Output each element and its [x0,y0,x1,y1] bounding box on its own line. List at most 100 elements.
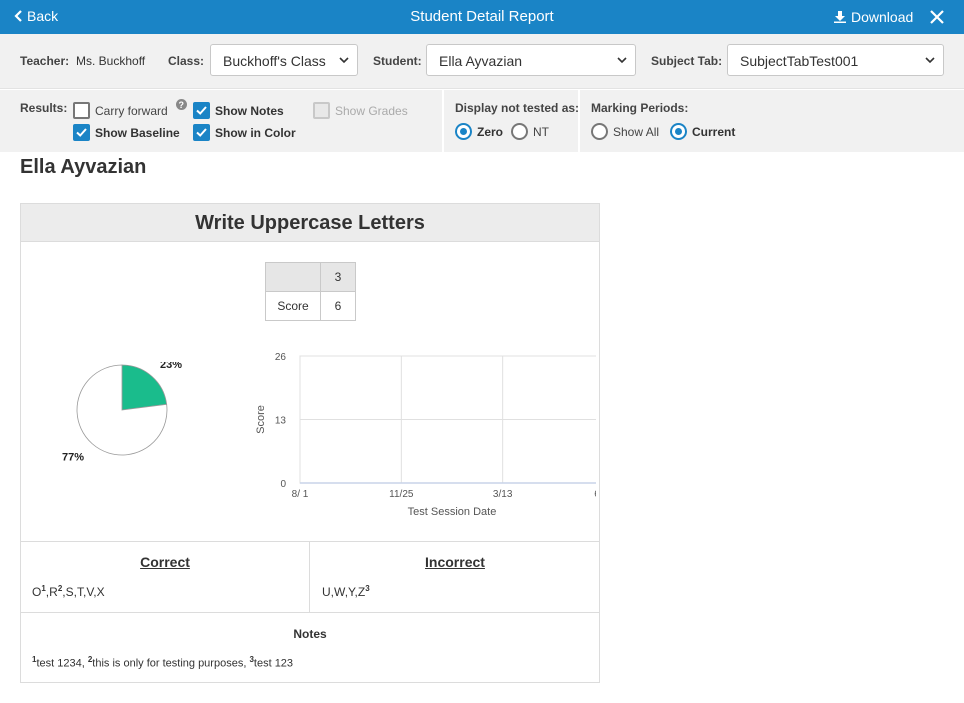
checkbox-box-checked [193,102,210,119]
show-baseline-checkbox[interactable]: Show Baseline [73,124,180,141]
carry-forward-label: Carry forward [95,103,168,118]
carry-forward-checkbox[interactable]: Carry forward ? [73,99,187,119]
incorrect-column: Incorrect U,W,Y,Z3 [311,542,599,613]
correct-letter: X [96,585,105,599]
check-icon [76,128,87,137]
note-item: this is only for testing purposes [92,657,244,670]
chevron-down-icon [925,57,935,64]
score-table-header-cell: 3 [320,262,356,292]
subject-tab-select[interactable]: SubjectTabTest001 [727,44,944,76]
options-divider [578,90,580,152]
show-baseline-label: Show Baseline [95,125,180,140]
student-label: Student: [373,54,422,68]
notes-section: Notes 1test 1234, 2this is only for test… [21,612,599,682]
note-reference: 1 [41,584,46,593]
pie-label: 77% [62,451,84,463]
x-tick-label: 6/30 [594,489,596,500]
show-all-radio-label: Show All [613,124,660,139]
show-all-radio[interactable]: Show All [591,123,659,140]
show-notes-label: Show Notes [215,103,284,118]
show-in-color-checkbox[interactable]: Show in Color [193,124,296,141]
checkbox-box-disabled [313,102,330,119]
check-icon [196,128,207,137]
score-table-header-row: 3 [265,262,356,292]
incorrect-letters: U,W,Y,Z3 [322,584,370,599]
skill-card-body: 3 Score 6 23% 77% 0 13 26 8/ 1 11/25 3/13 6/30 T… [21,241,599,541]
show-notes-checkbox[interactable]: Show Notes [193,102,284,119]
close-icon[interactable] [929,9,945,25]
x-axis-title: Test Session Date [408,506,497,518]
check-icon [196,106,207,115]
y-tick-label: 26 [275,352,287,363]
download-label: Download [851,9,914,25]
download-button[interactable]: Download [834,9,913,25]
pie-chart: 23% 77% [62,362,182,463]
chevron-left-icon [14,10,22,22]
note-reference: 3 [365,584,370,593]
notes-text: 1test 1234, 2this is only for testing pu… [32,655,294,670]
marking-periods-label: Marking Periods: [591,101,689,115]
skill-title: Write Uppercase Letters [21,204,599,241]
checkbox-box-checked [193,124,210,141]
back-label: Back [27,8,59,24]
correct-incorrect-row: Correct O1,R2,S,T,V,X Incorrect U,W,Y,Z3 [21,541,599,613]
show-in-color-label: Show in Color [215,125,296,140]
y-tick-label: 13 [275,416,287,427]
correct-letters: O1,R2,S,T,V,X [32,584,105,599]
top-bar: Back Student Detail Report Download [0,0,964,34]
subject-tab-label: Subject Tab: [651,54,723,68]
subject-tab-select-value: SubjectTabTest001 [740,53,859,69]
class-select-value: Buckhoff's Class [223,53,326,69]
show-grades-label: Show Grades [335,103,408,118]
current-radio-label: Current [692,124,736,139]
student-select[interactable]: Ella Ayvazian [426,44,636,76]
back-button[interactable]: Back [14,8,58,24]
incorrect-letter: U [322,585,331,599]
x-tick-label: 11/25 [389,489,414,500]
score-table-cell: 6 [320,291,356,321]
incorrect-letter: W [334,585,345,599]
score-table-row: Score 6 [265,291,356,321]
teacher-value: Ms. Buckhoff [76,54,146,68]
student-name-heading: Ella Ayvazian [20,156,147,178]
chevron-down-icon [339,57,349,64]
help-icon[interactable]: ? [175,99,187,110]
x-tick-label: 8/ 1 [292,489,309,500]
radio-unselected [591,123,608,140]
show-grades-checkbox[interactable]: Show Grades [313,102,408,119]
chevron-down-icon [617,57,627,64]
correct-letter: R [49,585,58,599]
correct-letter: S [65,585,74,599]
zero-radio[interactable]: Zero [455,123,503,140]
teacher-label: Teacher: [20,54,70,68]
correct-column: Correct O1,R2,S,T,V,X [21,542,310,613]
class-label: Class: [168,54,205,68]
download-icon [834,11,846,23]
class-select[interactable]: Buckhoff's Class [210,44,358,76]
notes-heading: Notes [293,627,327,641]
note-reference: 2 [57,584,63,593]
checkbox-box-checked [73,124,90,141]
zero-radio-label: Zero [477,124,504,139]
pie-slice [121,364,168,411]
nt-radio[interactable]: NT [511,123,549,140]
incorrect-heading: Incorrect [425,554,485,570]
correct-heading: Correct [140,554,190,570]
score-table-cell: Score [265,291,321,321]
options-divider [442,90,444,152]
nt-radio-label: NT [533,124,549,139]
radio-selected [670,123,687,140]
y-axis-title: Score [255,405,267,434]
current-radio[interactable]: Current [670,123,735,140]
filter-bar: Teacher: Ms. Buckhoff Class: Buckhoff's … [0,34,964,89]
checkbox-box [73,102,90,119]
page-title: Student Detail Report [410,8,554,25]
score-table: 3 Score 6 [265,262,356,321]
correct-letter: T [76,585,83,599]
y-tick-label: 0 [280,479,286,490]
incorrect-letter: Y [348,585,355,599]
correct-letter: O [32,585,42,599]
x-tick-label: 3/13 [493,489,513,500]
options-panel [0,90,964,152]
pie-label: 23% [160,362,182,371]
